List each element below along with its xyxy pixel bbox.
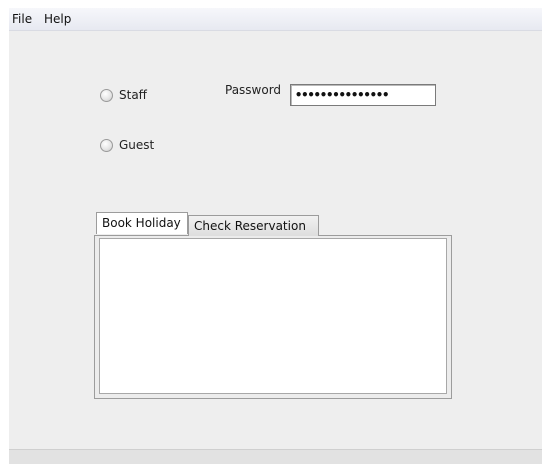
tab-content-area: [99, 238, 447, 394]
password-field[interactable]: •••••••••••••••: [290, 84, 436, 106]
tab-content-panel: [94, 235, 452, 399]
staff-radio-label: Staff: [119, 88, 147, 102]
password-label: Password: [225, 83, 282, 97]
staff-radio-button[interactable]: [100, 88, 113, 102]
menu-help[interactable]: Help: [44, 12, 71, 26]
status-bar: [9, 449, 542, 464]
menu-file[interactable]: File: [12, 12, 32, 26]
application-window: File Help Staff Guest Password •••••••••…: [9, 8, 542, 464]
guest-radio-label: Guest: [119, 138, 155, 152]
tab-check-reservation[interactable]: Check Reservation: [188, 215, 319, 236]
guest-radio-option[interactable]: Guest: [100, 138, 154, 152]
staff-radio-option[interactable]: Staff: [100, 88, 147, 102]
guest-radio-button[interactable]: [100, 138, 113, 152]
tab-book-holiday[interactable]: Book Holiday: [96, 212, 188, 234]
menu-bar: File Help: [9, 8, 542, 31]
